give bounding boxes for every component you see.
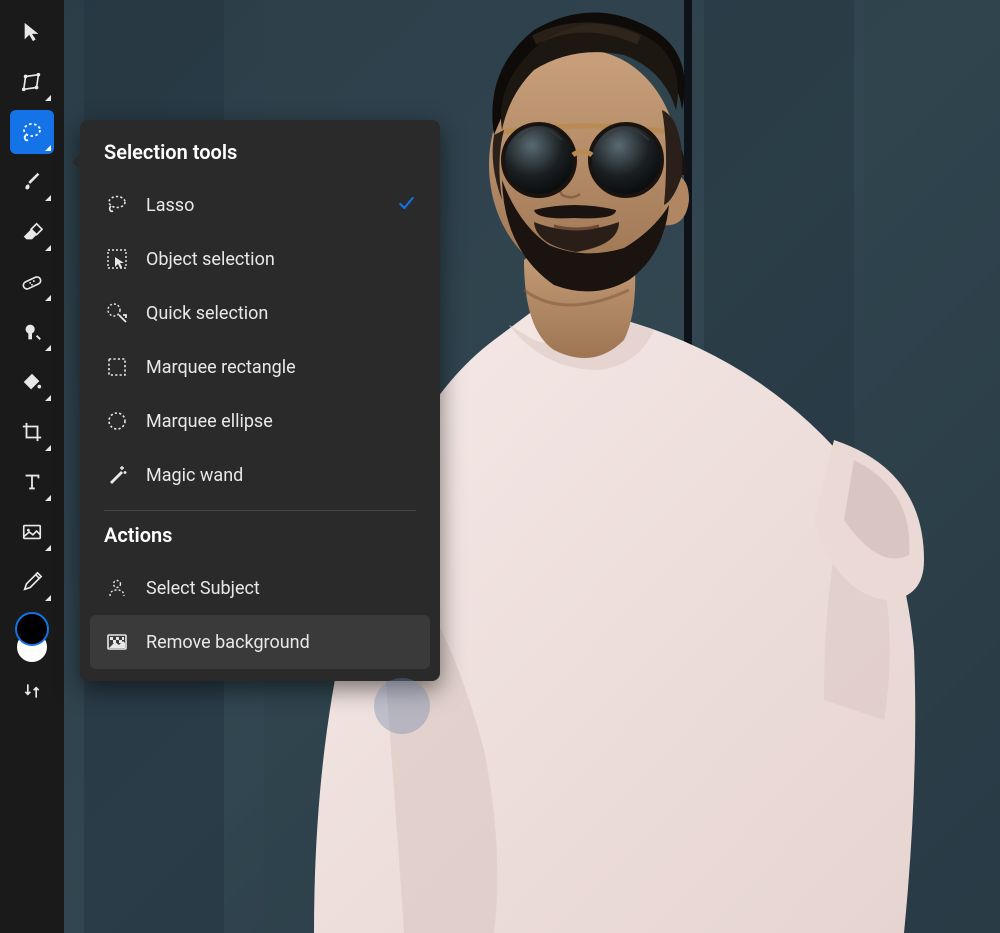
clone-stamp-icon (21, 321, 43, 343)
image-icon (21, 521, 43, 543)
remove-background-icon (104, 629, 130, 655)
flyout-item-label: Object selection (146, 249, 275, 270)
move-tool[interactable] (10, 10, 54, 54)
bandage-icon (20, 271, 44, 293)
crop-tool[interactable] (10, 410, 54, 454)
eyedropper-tool[interactable] (10, 560, 54, 604)
flyout-heading-actions: Actions (90, 523, 430, 561)
flyout-item-lasso[interactable]: Lasso (90, 178, 430, 232)
flyout-indicator-icon (45, 495, 51, 501)
lasso-icon (20, 120, 44, 144)
flyout-separator (104, 510, 416, 511)
swap-colors-button[interactable] (10, 674, 54, 708)
flyout-item-label: Select Subject (146, 578, 260, 599)
quick-select-icon (104, 300, 130, 326)
eyedropper-icon (21, 571, 43, 593)
eraser-tool[interactable] (10, 210, 54, 254)
flyout-indicator-icon (45, 95, 51, 101)
select-subject-icon (104, 575, 130, 601)
selection-tool-flyout: Selection tools Lasso Object selection Q… (80, 120, 440, 681)
swap-icon (22, 681, 42, 701)
brush-tool[interactable] (10, 160, 54, 204)
flyout-item-marquee-ellipse[interactable]: Marquee ellipse (90, 394, 430, 448)
type-tool[interactable] (10, 460, 54, 504)
crop-icon (21, 421, 43, 443)
cursor-icon (21, 21, 43, 43)
flyout-item-label: Marquee rectangle (146, 357, 296, 378)
flyout-item-label: Magic wand (146, 465, 243, 486)
flyout-indicator-icon (45, 245, 51, 251)
transform-tool[interactable] (10, 60, 54, 104)
flyout-indicator-icon (45, 195, 51, 201)
flyout-indicator-icon (45, 145, 51, 151)
flyout-item-label: Lasso (146, 195, 194, 216)
flyout-indicator-icon (45, 295, 51, 301)
fill-tool[interactable] (10, 360, 54, 404)
flyout-item-remove-background[interactable]: Remove background (90, 615, 430, 669)
marquee-rect-icon (104, 354, 130, 380)
flyout-item-select-subject[interactable]: Select Subject (90, 561, 430, 615)
color-swatches[interactable] (10, 612, 54, 668)
foreground-color-swatch[interactable] (15, 612, 49, 646)
flyout-item-label: Quick selection (146, 303, 268, 324)
lasso-icon (104, 192, 130, 218)
flyout-item-marquee-rectangle[interactable]: Marquee rectangle (90, 340, 430, 394)
paint-bucket-icon (21, 371, 43, 393)
check-icon (396, 193, 416, 218)
flyout-item-object-selection[interactable]: Object selection (90, 232, 430, 286)
flyout-item-magic-wand[interactable]: Magic wand (90, 448, 430, 502)
flyout-indicator-icon (45, 345, 51, 351)
clone-tool[interactable] (10, 310, 54, 354)
brush-icon (21, 171, 43, 193)
magic-wand-icon (104, 462, 130, 488)
image-placement-tool[interactable] (10, 510, 54, 554)
healing-tool[interactable] (10, 260, 54, 304)
flyout-indicator-icon (45, 395, 51, 401)
type-icon (21, 471, 43, 493)
flyout-heading-selection-tools: Selection tools (90, 140, 430, 178)
flyout-indicator-icon (45, 595, 51, 601)
flyout-item-label: Marquee ellipse (146, 411, 273, 432)
eraser-icon (21, 221, 43, 243)
marquee-ellipse-icon (104, 408, 130, 434)
transform-icon (21, 71, 43, 93)
flyout-indicator-icon (45, 445, 51, 451)
object-select-icon (104, 246, 130, 272)
toolbar (0, 0, 64, 933)
flyout-item-label: Remove background (146, 632, 310, 653)
flyout-indicator-icon (45, 545, 51, 551)
flyout-item-quick-selection[interactable]: Quick selection (90, 286, 430, 340)
selection-tool[interactable] (10, 110, 54, 154)
